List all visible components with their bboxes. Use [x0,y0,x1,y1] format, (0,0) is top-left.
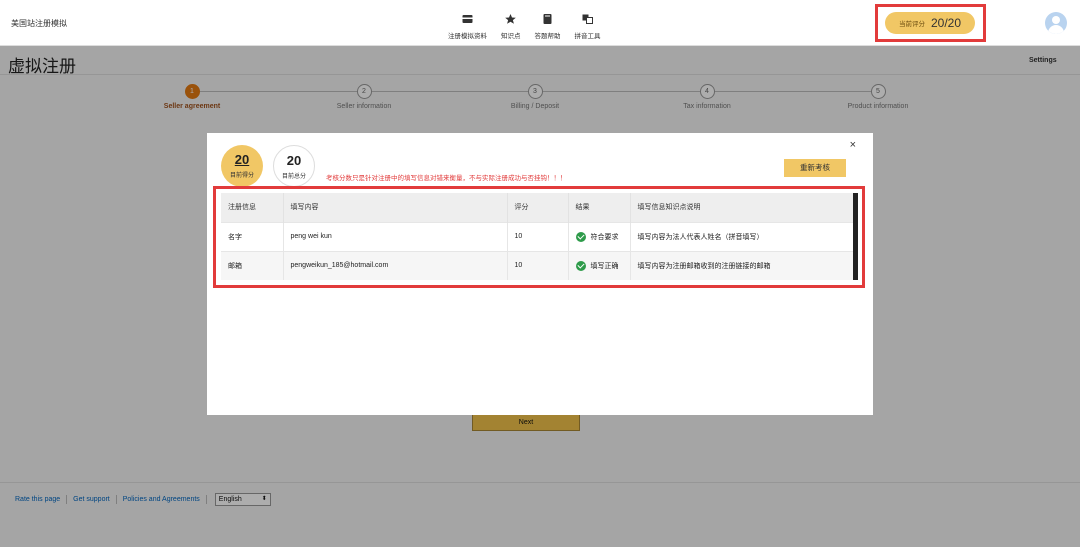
top-bar: 美国站注册模拟 注册模拟资料 知识点 答题帮助 拼音工具 当前评分 20/20 [0,0,1080,46]
table-scrollbar[interactable] [853,193,858,280]
app-title: 美国站注册模拟 [11,19,67,28]
nav-item-label: 知识点 [501,33,521,40]
top-nav: 注册模拟资料 知识点 答题帮助 拼音工具 [448,14,615,40]
nav-item-registration-data[interactable]: 注册模拟资料 [448,14,487,40]
nav-item-label: 拼音工具 [574,33,601,40]
score-cell: 10 [507,250,569,280]
result-wrap: 符合要求 [575,231,630,242]
result-text: 符合要求 [590,233,619,241]
current-score-circle: 20 目前得分 [221,145,263,187]
avatar-body [1048,25,1064,34]
result-wrap: 填写正确 [575,260,630,271]
check-circle-icon [575,260,586,271]
score-result-modal: × 20 目前得分 20 目前总分 考核分数只是针对注册中的填写信息对错来衡量，… [207,133,873,415]
field-cell: 邮箱 [221,250,284,280]
table-row: 邮箱 pengweikun_185@hotmail.com 10 填写正确 填写… [221,250,855,280]
result-cell: 填写正确 [568,250,631,280]
card-icon [462,15,473,23]
score-notice: 考核分数只是针对注册中的填写信息对错来衡量，不与实际注册成功与否挂钩！！！ [326,175,567,182]
content-cell: pengweikun_185@hotmail.com [283,250,508,280]
nav-item-pinyin-tool[interactable]: 拼音工具 [575,14,601,40]
avatar[interactable] [1045,12,1067,34]
table-header-row: 注册信息 填写内容 评分 结果 填写信息知识点说明 [221,193,855,222]
current-score-number: 20 [234,152,250,167]
check-circle-icon [575,231,586,242]
current-score-label: 当前评分 [898,21,925,28]
table-row: 名字 peng wei kun 10 符合要求 填写内容为法人代表人姓名（拼音填… [221,221,855,251]
column-header: 填写内容 [283,193,508,222]
column-header: 注册信息 [221,193,284,222]
result-cell: 符合要求 [568,221,631,251]
nav-item-label: 答题帮助 [534,33,561,40]
current-score-value: 20/20 [930,16,962,30]
avatar-head [1052,16,1060,24]
current-score-caption: 目前得分 [229,173,254,179]
close-icon[interactable]: × [850,139,856,151]
content-cell: peng wei kun [283,221,508,251]
note-cell: 填写内容为注册邮箱收到的注册链接的邮箱 [630,250,855,280]
total-score-circle: 20 目前总分 [273,145,315,187]
nav-item-label: 注册模拟资料 [448,33,487,40]
score-table: 注册信息 填写内容 评分 结果 填写信息知识点说明 名字 peng wei ku… [221,193,855,280]
retest-button[interactable]: 重新考核 [784,159,846,177]
nav-item-knowledge[interactable]: 知识点 [501,14,521,40]
column-header: 评分 [507,193,569,222]
total-score-number: 20 [286,153,302,168]
current-score-badge[interactable]: 当前评分 20/20 [885,12,975,34]
nav-item-help[interactable]: 答题帮助 [535,14,561,40]
score-cell: 10 [507,221,569,251]
field-cell: 名字 [221,221,284,251]
note-cell: 填写内容为法人代表人姓名（拼音填写） [630,221,855,251]
result-text: 填写正确 [590,262,619,270]
column-header: 填写信息知识点说明 [630,193,855,222]
column-header: 结果 [568,193,631,222]
book-icon [543,14,552,24]
translate-icon [582,14,593,24]
total-score-caption: 目前总分 [281,174,306,180]
star-icon [505,14,517,24]
